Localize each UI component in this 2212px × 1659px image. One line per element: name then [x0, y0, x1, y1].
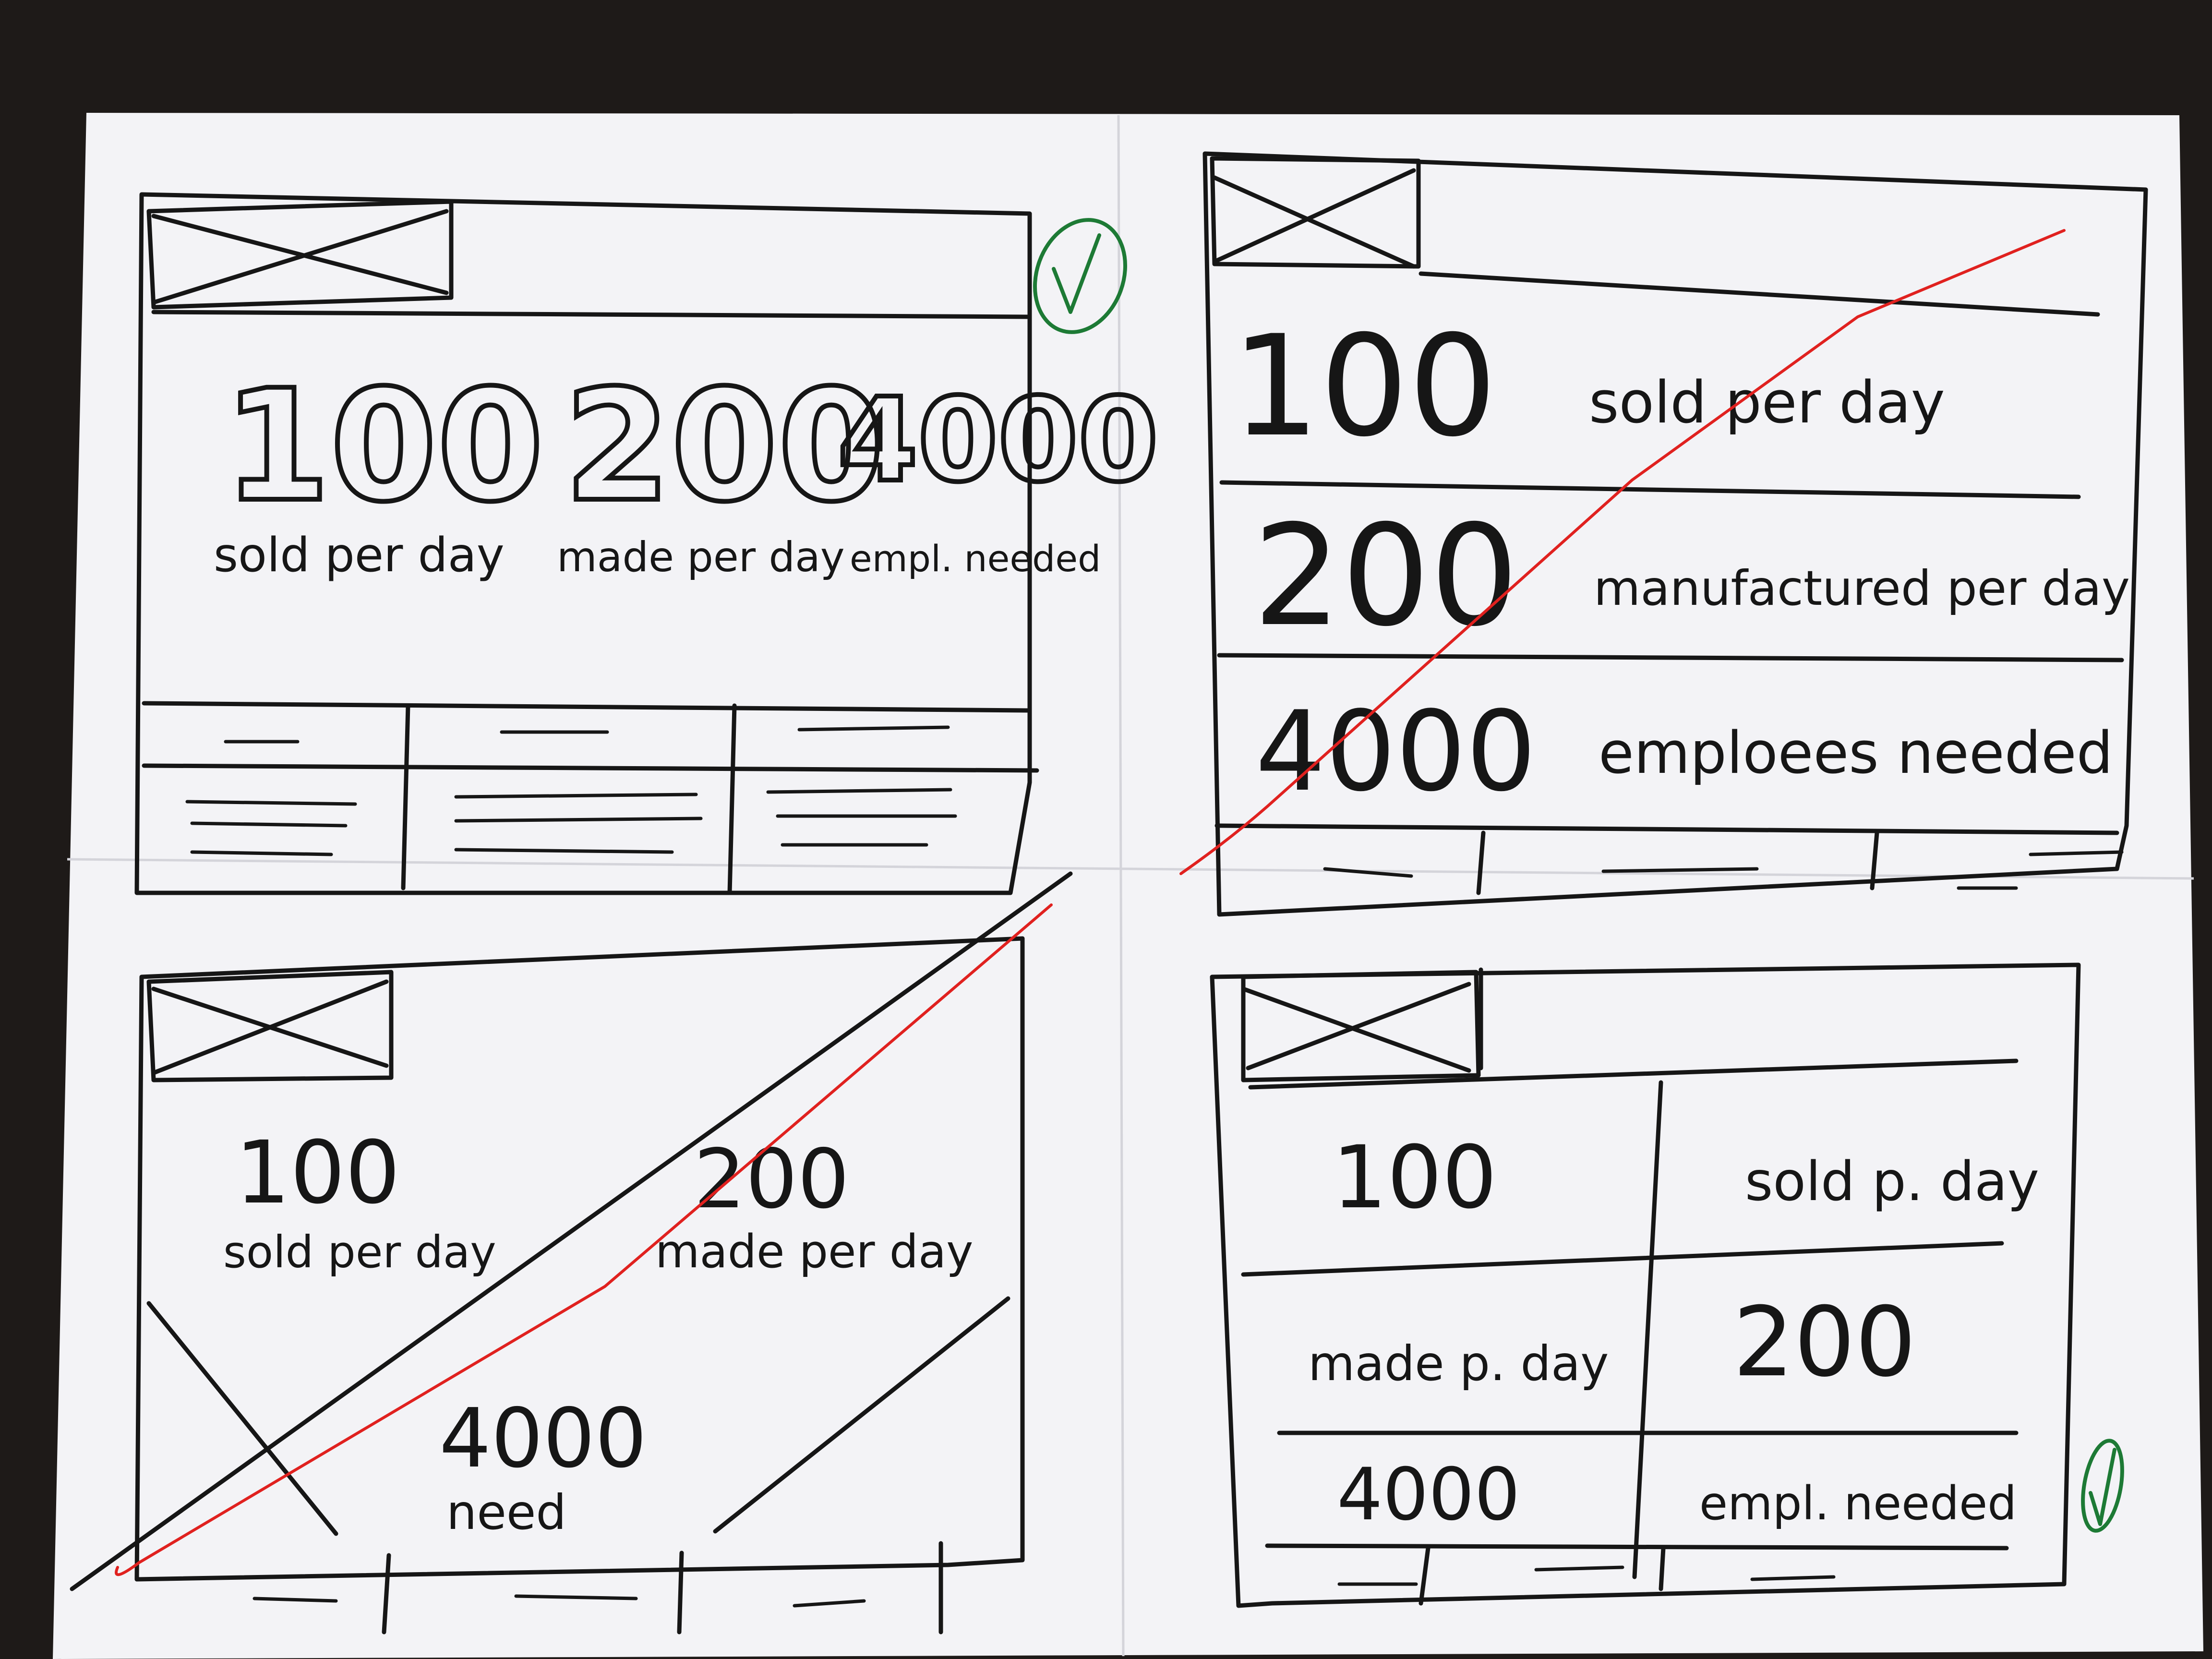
sketch-2-row-3-value: 4000: [1255, 688, 1536, 816]
sketch-4-row-1-left: 100: [1332, 1128, 1497, 1228]
sketch-4-row-3-left: 4000: [1337, 1453, 1520, 1537]
sketch-3-stat-2-value: 200: [694, 1132, 849, 1227]
paper-sheet: [53, 113, 2203, 1659]
sketch-4-row-3-right: empl. needed: [1699, 1477, 2017, 1530]
paper-sketch-photo: 100 200 4000 sold per day made per day e…: [0, 0, 2212, 1659]
sketch-3-stat-1-label: sold per day: [223, 1226, 496, 1278]
sketch-2-row-3-label: emploees needed: [1599, 720, 2113, 787]
sketch-3-stat-3-label: need: [446, 1484, 566, 1540]
sketch-1-stat-1-value: 100: [223, 357, 544, 536]
sketch-1-stat-2-value: 200: [564, 357, 885, 536]
sketch-1-stat-3-label: empl. needed: [850, 537, 1101, 580]
sketch-3-stat-2-label: made per day: [655, 1226, 973, 1278]
sketch-2-row-2-label: manufactured per day: [1594, 560, 2130, 616]
sketch-1-stat-1-label: sold per day: [214, 528, 505, 583]
sketch-4-row-1-right: sold p. day: [1745, 1151, 2039, 1213]
sketch-2-row-2-value: 200: [1253, 495, 1519, 657]
sketch-4-row-2-left: made p. day: [1308, 1335, 1609, 1392]
sketch-3-stat-3-value: 4000: [439, 1391, 647, 1486]
sketch-2-row-1-value: 100: [1231, 306, 1497, 468]
sketch-4-row-2-right: 200: [1733, 1286, 1916, 1398]
sketch-1-stat-2-label: made per day: [557, 533, 845, 581]
sketch-3-stat-1-value: 100: [235, 1123, 400, 1223]
sketch-2-row-1-label: sold per day: [1589, 370, 1945, 436]
sketch-1-stat-3-value: 4000: [838, 373, 1158, 507]
